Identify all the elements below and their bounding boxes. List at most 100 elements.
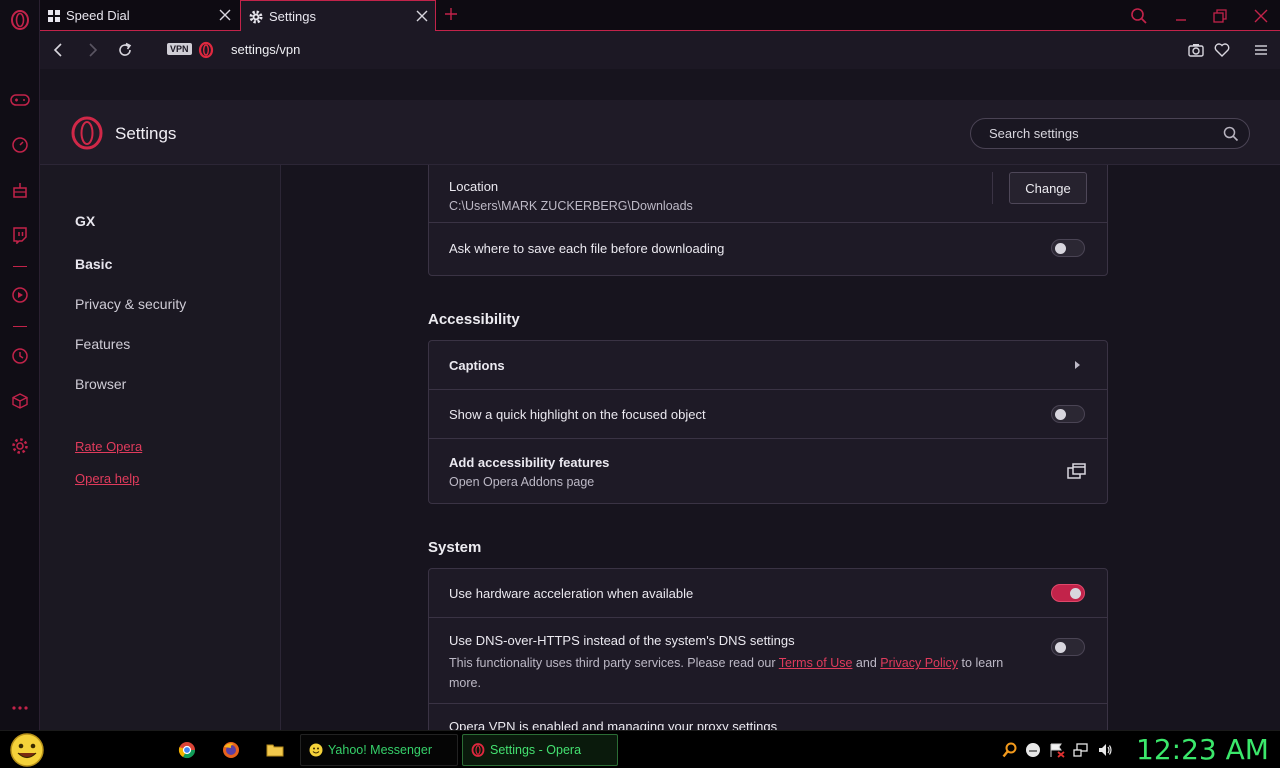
clock[interactable]: 12:23 AM [1136,733,1269,766]
nav-item-privacy[interactable]: Privacy & security [75,296,186,312]
dns-to-text: to [961,656,972,670]
search-icon[interactable] [1223,126,1239,142]
dns-toggle[interactable] [1051,638,1085,656]
close-icon[interactable] [415,9,429,23]
opera-logo-icon [198,41,216,59]
player-icon[interactable] [9,284,31,306]
settings-content: Location C:\Users\MARK ZUCKERBERG\Downlo… [281,165,1280,730]
file-explorer-icon[interactable] [266,741,284,759]
system-card: Use hardware acceleration when available… [428,568,1108,730]
settings-page: Settings GX Basic Privacy & security Fea… [40,69,1280,730]
dns-sub-text: This functionality uses third party serv… [449,656,776,670]
task-label: Yahoo! Messenger [328,743,432,757]
search-input[interactable] [989,119,1209,148]
location-label: Location [449,179,499,194]
chrome-icon[interactable] [178,741,196,759]
tray-smiley-icon[interactable] [1025,742,1041,758]
tray-volume-icon[interactable] [1097,742,1113,758]
easy-setup-icon[interactable] [1252,41,1270,59]
speed-dial-icon [48,9,60,22]
nav-item-features[interactable]: Features [75,336,130,352]
change-location-button[interactable]: Change [1009,172,1087,204]
task-label: Settings - Opera [490,743,582,757]
back-icon[interactable] [50,41,68,59]
privacy-policy-link[interactable]: Privacy Policy [880,656,958,670]
terms-of-use-link[interactable]: Terms of Use [779,656,853,670]
tab-label: Settings [269,9,316,24]
settings-gear-icon[interactable] [9,435,31,457]
search-box[interactable] [970,118,1250,149]
addons-sub: Open Opera Addons page [449,475,595,489]
highlight-toggle[interactable] [1051,405,1085,423]
vpn-proxy-row: Opera VPN is enabled and managing your p… [429,703,1107,730]
tray-network-icon[interactable] [1073,742,1089,758]
toggle-knob [1070,588,1081,599]
opera-logo-icon [70,116,104,150]
tab-speed-dial[interactable]: Speed Dial [40,0,238,31]
dns-label: Use DNS-over-HTTPS instead of the system… [449,633,795,648]
highlight-label: Show a quick highlight on the focused ob… [449,407,706,422]
opera-menu-icon[interactable] [9,9,31,31]
opera-logo-icon [471,743,485,757]
open-external-icon[interactable] [1067,462,1087,480]
ask-save-row[interactable]: Ask where to save each file before downl… [429,222,1107,276]
sidebar-separator [13,266,27,267]
gear-icon [249,10,263,24]
divider [992,172,993,204]
camera-icon[interactable] [1187,41,1205,59]
tab-settings[interactable]: Settings [240,0,436,32]
start-button-icon[interactable] [8,732,46,768]
tray-search-icon[interactable] [1002,742,1018,758]
more-icon[interactable] [9,697,31,719]
highlight-row[interactable]: Show a quick highlight on the focused ob… [429,389,1107,438]
heart-icon[interactable] [1213,41,1231,59]
twitch-icon[interactable] [9,224,31,246]
hw-accel-row[interactable]: Use hardware acceleration when available [429,569,1107,617]
minimize-icon[interactable] [1172,7,1190,25]
page-title: Settings [115,124,177,143]
gx-controller-icon[interactable] [9,89,31,111]
toggle-knob [1055,409,1066,420]
extensions-icon[interactable] [9,390,31,412]
new-tab-plus-icon[interactable] [444,7,458,21]
addons-label: Add accessibility features [449,455,610,470]
dns-and-text: and [855,656,877,670]
url-text[interactable]: settings/vpn [231,42,300,57]
addons-row[interactable]: Add accessibility features Open Opera Ad… [429,438,1107,504]
task-settings-opera[interactable]: Settings - Opera [462,734,618,766]
gx-speedometer-icon[interactable] [9,134,31,156]
tray-flag-icon[interactable] [1049,742,1065,758]
sidebar-separator [13,326,27,327]
search-tabs-icon[interactable] [1130,7,1148,25]
dns-row[interactable]: Use DNS-over-HTTPS instead of the system… [429,617,1107,703]
captions-row[interactable]: Captions [429,341,1107,389]
ask-save-toggle[interactable] [1051,239,1085,257]
nav-item-basic[interactable]: Basic [75,256,112,272]
vpn-badge[interactable]: VPN [167,43,192,55]
tab-label: Speed Dial [66,8,130,23]
hw-accel-toggle[interactable] [1051,584,1085,602]
location-path: C:\Users\MARK ZUCKERBERG\Downloads [449,199,693,213]
close-window-icon[interactable] [1252,7,1270,25]
settings-nav: GX Basic Privacy & security Features Bro… [40,165,281,730]
rate-opera-link[interactable]: Rate Opera [75,439,142,454]
task-yahoo-messenger[interactable]: Yahoo! Messenger [300,734,458,766]
close-icon[interactable] [218,8,232,22]
system-heading: System [428,539,482,556]
vpn-proxy-label: Opera VPN is enabled and managing your p… [449,719,778,730]
settings-header: Settings [40,100,1280,165]
toggle-knob [1055,243,1066,254]
nav-item-browser[interactable]: Browser [75,376,126,392]
taskbar: Yahoo! Messenger Settings - Opera 12:23 … [0,730,1280,768]
location-row: Location C:\Users\MARK ZUCKERBERG\Downlo… [429,165,1107,222]
address-bar: VPN settings/vpn [40,31,1280,69]
gx-corner-icon[interactable] [9,179,31,201]
reload-icon[interactable] [116,41,134,59]
forward-icon[interactable] [83,41,101,59]
dns-description: This functionality uses third party serv… [449,653,1009,693]
history-icon[interactable] [9,345,31,367]
nav-item-gx[interactable]: GX [75,213,95,229]
opera-help-link[interactable]: Opera help [75,471,139,486]
firefox-icon[interactable] [222,741,240,759]
restore-icon[interactable] [1211,7,1229,25]
